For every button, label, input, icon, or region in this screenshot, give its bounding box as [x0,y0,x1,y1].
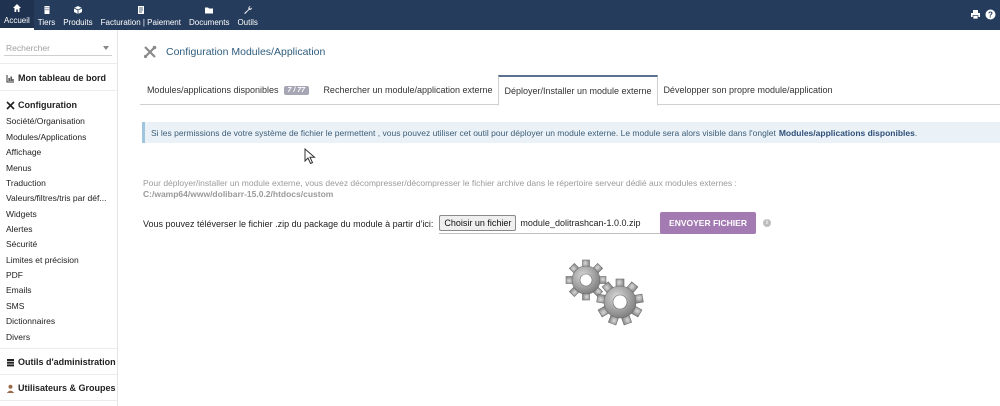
menu-configuration[interactable]: Configuration [6,100,77,110]
print-icon[interactable] [970,9,981,20]
divider [0,400,118,401]
nav-facturation-label: Facturation | Paiement [100,18,181,27]
custom-dir-path: C:/wamp64/www/dolibarr-15.0.2/htdocs/cus… [143,189,334,199]
sidebar-item-societe[interactable]: Société/Organisation [6,116,85,126]
nav-tiers[interactable]: Tiers [34,0,59,30]
info-text: Si les permissions de votre système de f… [151,127,776,138]
svg-text:?: ? [988,10,993,19]
count-badge: 7 / 77 [283,85,310,95]
menu-users-groups-label: Utilisateurs & Groupes [18,383,116,393]
chart-icon [6,74,14,82]
menu-dashboard[interactable]: Mon tableau de bord [6,73,106,83]
wrench-icon [243,6,252,14]
tab-bar: Modules/applications disponibles 7 / 77 … [140,75,1000,106]
tab-deployer-module-label: Déployer/Installer un module externe [504,86,652,96]
info-icon[interactable]: i [763,219,771,227]
tab-rechercher-module[interactable]: Rechercher un module/application externe [320,75,496,105]
nav-outils[interactable]: Outils [233,0,261,30]
divider [0,374,118,375]
divider [0,63,118,64]
chevron-down-icon [103,46,109,50]
cube-icon [73,6,83,14]
divider [0,348,118,349]
search-placeholder: Rechercher [6,43,50,53]
nav-tiers-label: Tiers [37,18,56,27]
menu-users-groups[interactable]: Utilisateurs & Groupes [6,383,116,393]
building-icon [44,6,50,14]
nav-produits-label: Produits [63,18,93,27]
sidebar-item-sms[interactable]: SMS [6,301,24,311]
tab-developper-module-label: Développer son propre module/application [663,85,833,95]
server-icon [7,358,14,366]
upload-label: Vous pouvez téléverser le fichier .zip d… [143,218,434,229]
nav-facturation[interactable]: Facturation | Paiement [97,0,185,30]
file-input[interactable]: Choisir un fichier module_dolitrashcan-1… [439,214,673,234]
sidebar-item-affichage[interactable]: Affichage [6,147,41,157]
menu-admin-tools-label: Outils d'administration [18,357,116,367]
tab-modules-disponibles[interactable]: Modules/applications disponibles 7 / 77 [140,75,316,105]
search-select[interactable]: Rechercher [4,40,112,56]
page-title-text: Configuration Modules/Application [166,46,326,58]
info-box: Si les permissions de votre système de f… [142,122,1000,143]
tab-modules-disponibles-label: Modules/applications disponibles [146,85,279,95]
top-nav: Accueil Tiers Produits Facturation | Pai… [0,0,262,30]
menu-dashboard-label: Mon tableau de bord [18,73,107,83]
help-text: Pour déployer/installer un module extern… [143,178,737,200]
folder-icon [205,7,214,14]
divider [0,90,118,91]
nav-outils-label: Outils [237,18,258,27]
page-title: Configuration Modules/Application [143,45,325,59]
top-right-tools: ? [970,9,996,20]
left-menu: Rechercher Mon tableau de bord Configura… [0,30,118,406]
home-icon [12,4,21,12]
sidebar-item-traduction[interactable]: Traduction [6,178,46,188]
sidebar-item-pdf[interactable]: PDF [6,270,23,280]
sidebar-item-valeurs[interactable]: Valeurs/filtres/tris par déf... [6,193,106,203]
tools-icon [143,45,157,59]
info-link[interactable]: Modules/applications disponibles [779,128,915,138]
nav-documents-label: Documents [188,18,230,27]
sidebar-item-divers[interactable]: Divers [6,332,30,342]
selected-file-name: module_dolitrashcan-1.0.0.zip [520,218,641,228]
help-line: Pour déployer/installer un module extern… [143,178,737,188]
info-end: . [914,127,918,138]
user-icon [6,384,15,393]
tab-developper-module[interactable]: Développer son propre module/application [660,75,836,105]
sidebar-item-modules[interactable]: Modules/Applications [6,132,86,142]
tab-rechercher-module-label: Rechercher un module/application externe [323,85,493,95]
sidebar-item-securite[interactable]: Sécurité [6,239,37,249]
sidebar-item-menus[interactable]: Menus [6,163,32,173]
sidebar-item-emails[interactable]: Emails [6,285,32,295]
tools-icon [6,100,15,110]
top-bar: Accueil Tiers Produits Facturation | Pai… [0,0,1000,30]
sidebar-item-dictionnaires[interactable]: Dictionnaires [6,316,55,326]
tab-deployer-module[interactable]: Déployer/Installer un module externe [498,75,658,106]
menu-configuration-label: Configuration [18,100,77,110]
sidebar-item-limites[interactable]: Limites et précision [6,255,79,265]
nav-accueil-label: Accueil [4,16,30,25]
send-file-button[interactable]: ENVOYER FICHIER [660,212,756,234]
help-icon[interactable]: ? [985,9,996,20]
mouse-cursor-icon [304,148,316,165]
nav-accueil[interactable]: Accueil [0,0,34,30]
nav-documents[interactable]: Documents [185,0,233,30]
menu-admin-tools[interactable]: Outils d'administration [6,357,116,367]
sidebar-item-alertes[interactable]: Alertes [6,224,32,234]
sidebar-item-widgets[interactable]: Widgets [6,209,37,219]
upload-row: Vous pouvez téléverser le fichier .zip d… [143,213,673,234]
gears-icon [565,259,644,326]
money-icon [137,6,144,14]
choose-file-button[interactable]: Choisir un fichier [439,215,517,231]
nav-produits[interactable]: Produits [59,0,96,30]
